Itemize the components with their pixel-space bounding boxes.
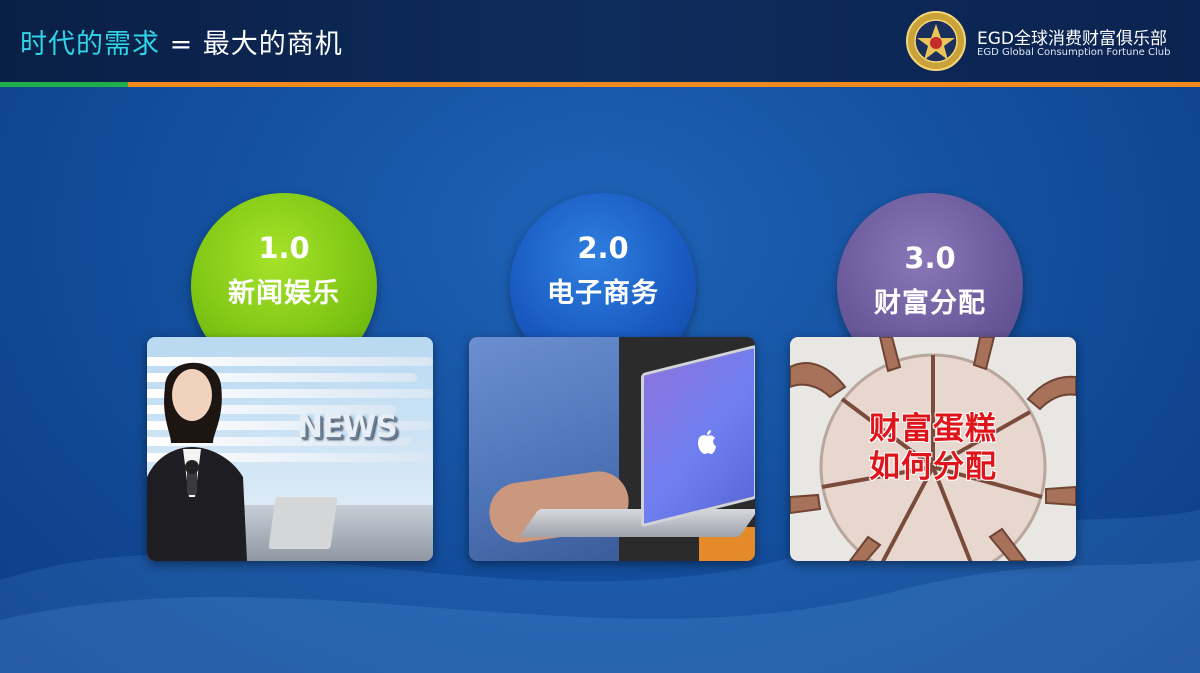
stage-2-label: 电子商务 <box>547 278 659 309</box>
slide-title: 时代的需求 = 最大的商机 <box>20 22 343 61</box>
logo-text-en: EGD Global Consumption Fortune Club <box>977 47 1171 58</box>
stage-3-number: 3.0 <box>904 241 956 275</box>
stage-1-image-card: NEWS <box>147 337 433 561</box>
apple-logo-icon <box>698 430 716 454</box>
club-logo-icon <box>906 11 966 71</box>
stage-3-label: 财富分配 <box>874 288 986 319</box>
stage-3-image-card: 财富蛋糕 如何分配 <box>790 337 1076 561</box>
stage-2-image-card <box>469 337 755 561</box>
stage-1-number: 1.0 <box>258 231 310 265</box>
header-bar: 时代的需求 = 最大的商机 EGD全球消费财富俱乐部 EGD Global Co… <box>0 0 1200 82</box>
stage-2-number: 2.0 <box>577 231 629 265</box>
slide-title-rest: = 最大的商机 <box>160 29 343 60</box>
anchor-laptop <box>268 497 338 549</box>
logo-text-cn: EGD全球消费财富俱乐部 <box>977 29 1168 49</box>
stage-1-label: 新闻娱乐 <box>228 278 340 309</box>
laptop-base <box>519 509 755 537</box>
cake-text-line2: 如何分配 <box>869 449 997 485</box>
header-stripe-green <box>0 82 128 87</box>
header-stripe-orange <box>128 82 1200 87</box>
slide-title-accent: 时代的需求 <box>20 29 160 60</box>
news-anchor-figure <box>147 362 247 561</box>
news-sign-text: NEWS <box>297 409 398 445</box>
